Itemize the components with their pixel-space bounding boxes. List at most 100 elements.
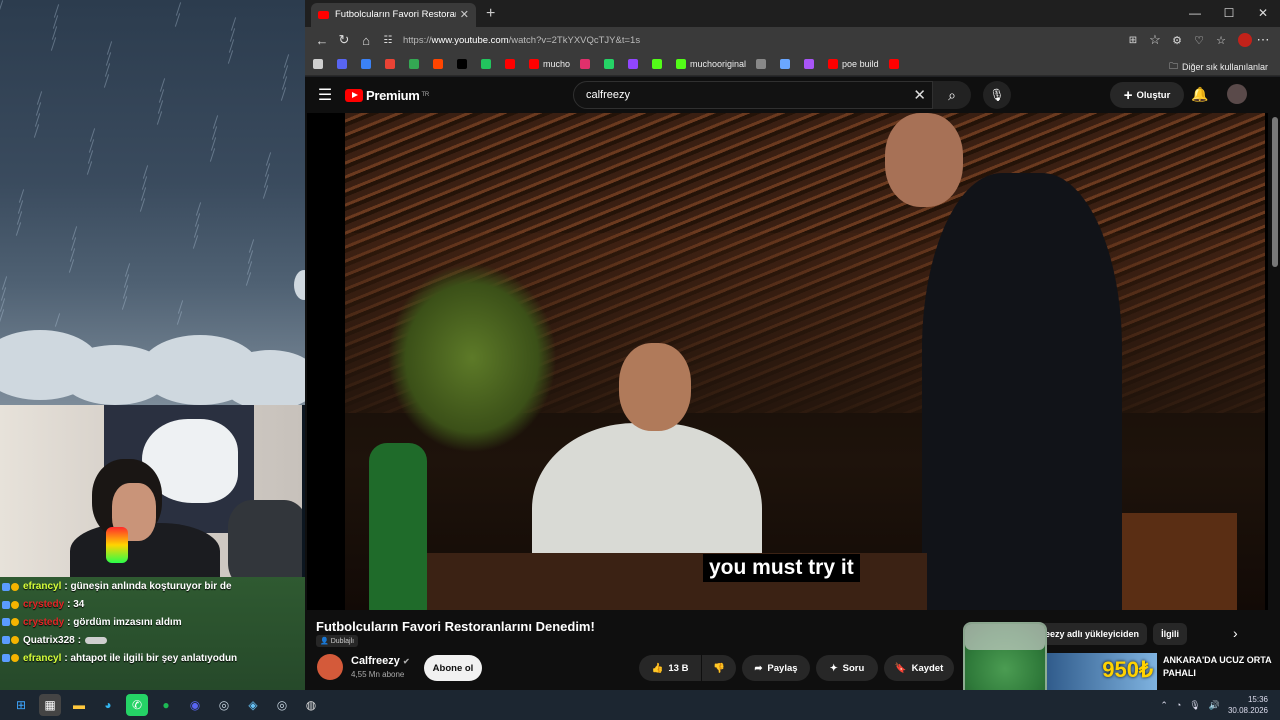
ask-button[interactable]: ✦ Soru [816, 655, 878, 681]
chat-username[interactable]: Quatrix328 [23, 635, 75, 646]
bookmark-item[interactable]: muchooriginal [676, 59, 746, 69]
bookmark-favicon-icon [888, 59, 899, 69]
create-button[interactable]: + Oluştur [1110, 82, 1184, 108]
voice-search-icon[interactable]: 🎙 [983, 81, 1011, 109]
video-player[interactable]: you must try it [307, 113, 1268, 610]
whatsapp-icon[interactable]: ✆ [126, 694, 148, 716]
steam-icon[interactable]: ◎ [213, 694, 235, 716]
bookmark-item[interactable] [481, 59, 495, 69]
address-bar-row: ← ↻ ⌂ ☷ https://www.youtube.com/watch?v=… [305, 27, 1280, 53]
network-icon[interactable]: ◔ [1176, 700, 1181, 710]
bookmark-item[interactable] [652, 59, 666, 69]
url-path: /watch?v=2TkYXVQcTJY&t=1s [508, 34, 641, 46]
discord-icon[interactable]: ◉ [184, 694, 206, 716]
bookmark-favicon-icon [652, 59, 663, 69]
hamburger-menu-icon[interactable]: ☰ [305, 85, 345, 105]
chat-username[interactable]: efrancyl [23, 581, 61, 592]
tab-close-icon[interactable]: ✕ [460, 8, 469, 21]
bookmark-item[interactable] [604, 59, 618, 69]
clock[interactable]: 15:36 30.08.2026 [1228, 694, 1268, 716]
bookmark-item[interactable] [385, 59, 399, 69]
like-button[interactable]: 👍 13 B [639, 655, 701, 681]
home-icon[interactable]: ⌂ [355, 33, 377, 48]
bookmark-item[interactable] [888, 59, 903, 69]
bookmark-item[interactable] [337, 59, 351, 69]
account-avatar[interactable] [1227, 84, 1247, 104]
bookmark-item[interactable] [433, 59, 447, 69]
new-tab-icon[interactable]: + [486, 5, 495, 23]
filter-chip[interactable]: İlgili [1153, 623, 1188, 645]
chat-text: : gördüm imzasını aldım [67, 616, 182, 628]
favorite-star-icon[interactable]: ☆ [1144, 32, 1166, 48]
search-input[interactable]: calfreezy ✕ [573, 81, 933, 109]
ask-label: Soru [842, 662, 865, 674]
youtube-premium-logo[interactable]: Premium TR [345, 88, 429, 103]
close-window-icon[interactable]: ✕ [1246, 0, 1280, 27]
bookmark-favicon-icon [580, 59, 591, 69]
edge-icon[interactable]: ◕ [97, 694, 119, 716]
bookmark-item[interactable] [628, 59, 642, 69]
windows-start-icon[interactable]: ⊞ [10, 694, 32, 716]
back-icon[interactable]: ← [311, 33, 333, 48]
bookmark-item[interactable] [409, 59, 423, 69]
share-button[interactable]: ➦ Paylaş [742, 655, 810, 681]
video-plant [387, 263, 557, 453]
chat-username[interactable]: crystedy [23, 599, 64, 610]
speaker-icon[interactable]: 🔊 [1209, 700, 1220, 711]
steam-icon[interactable]: ◎ [271, 694, 293, 716]
clear-search-icon[interactable]: ✕ [913, 86, 926, 104]
bookmark-item[interactable] [313, 59, 327, 69]
steam-icon[interactable]: ◈ [242, 694, 264, 716]
app-icon[interactable]: ▦ [39, 694, 61, 716]
recommended-video-thumbnail[interactable]: 950₺ [1045, 653, 1157, 691]
bookmark-item[interactable] [804, 59, 818, 69]
bookmark-item[interactable] [756, 59, 770, 69]
chat-username[interactable]: crystedy [23, 617, 64, 628]
channel-avatar[interactable] [317, 654, 343, 680]
microphone-icon[interactable]: 🎙 [1189, 700, 1200, 711]
url-field[interactable]: https://www.youtube.com/watch?v=2TkYXVQc… [403, 30, 1122, 50]
bookmark-item[interactable] [457, 59, 471, 69]
file-explorer-icon[interactable]: ▬ [68, 694, 90, 716]
dislike-button[interactable]: 👎 [702, 655, 736, 681]
bookmark-favicon-icon [780, 59, 791, 69]
chevron-right-icon[interactable]: › [1233, 625, 1238, 641]
minimize-icon[interactable]: — [1178, 0, 1212, 27]
extensions-icon[interactable]: ⚙ [1166, 34, 1188, 47]
subscribe-button[interactable]: Abone ol [424, 655, 482, 681]
youtube-play-icon [345, 88, 363, 102]
bookmark-favicon-icon [804, 59, 815, 69]
chat-message: efrancyl: güneşin anlında koşturuyor bir… [2, 578, 302, 596]
reload-icon[interactable]: ↻ [333, 32, 355, 48]
notifications-bell-icon[interactable]: 🔔 [1191, 86, 1208, 103]
bookmark-item[interactable] [580, 59, 594, 69]
system-tray: ⌃ ◔ 🎙 🔊 15:36 30.08.2026 [1160, 694, 1268, 716]
obs-icon[interactable]: ◍ [300, 694, 322, 716]
maximize-icon[interactable]: ☐ [1212, 0, 1246, 27]
thumbs-down-icon: 👎 [713, 662, 725, 674]
recommended-video-title[interactable]: ANKARA'DA UCUZ ORTA PAHALI [1163, 654, 1273, 680]
window-controls: — ☐ ✕ [1178, 0, 1280, 27]
site-info-icon[interactable]: ☷ [377, 35, 399, 46]
bookmark-item[interactable] [780, 59, 794, 69]
bookmark-item[interactable]: poe build [828, 59, 879, 69]
spotify-icon[interactable]: ● [155, 694, 177, 716]
channel-name[interactable]: Calfreezy ✔ [351, 655, 410, 667]
bookmark-favicon-icon [337, 59, 347, 69]
favorites-icon[interactable]: ☆ [1210, 34, 1232, 47]
app-icon[interactable]: ⊞ [1122, 35, 1144, 46]
profile-avatar-icon[interactable] [1238, 33, 1252, 47]
bookmark-item[interactable] [505, 59, 519, 69]
browser-tab[interactable]: Futbolcuların Favori Restoranlarını ✕ [311, 2, 476, 27]
chat-badge-icon [2, 600, 10, 609]
chevron-up-icon[interactable]: ⌃ [1160, 700, 1168, 711]
bookmark-item[interactable] [361, 59, 375, 69]
bookmark-item[interactable]: mucho [529, 59, 570, 69]
chat-username[interactable]: efrancyl [23, 653, 61, 664]
save-button[interactable]: 🔖 Kaydet [884, 655, 954, 681]
page-scrollbar[interactable] [1272, 117, 1278, 267]
search-icon[interactable]: ⌕ [933, 81, 971, 109]
browser-essentials-icon[interactable]: ♡ [1188, 34, 1210, 47]
other-bookmarks[interactable]: 🗀 Diğer sık kullanılanlar [1169, 59, 1268, 75]
more-menu-icon[interactable]: ⋯ [1252, 32, 1274, 48]
